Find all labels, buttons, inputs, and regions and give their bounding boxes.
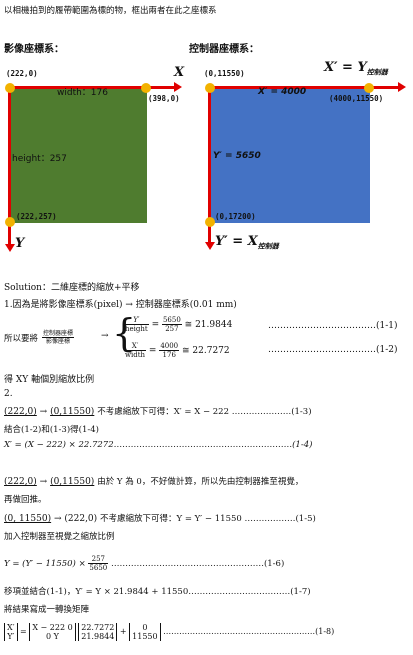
controller-y-axis-label: Y′ = X控制器 bbox=[215, 234, 279, 251]
para2-cont: 再做回推。 bbox=[4, 495, 47, 505]
eq1-tag: ………………………………(1-1) bbox=[268, 321, 398, 331]
controller-top-right-dot bbox=[364, 83, 374, 93]
step2-label: 2. bbox=[4, 389, 13, 399]
controller-origin-label: (0,11550) bbox=[204, 69, 245, 78]
controller-bottom-left-dot bbox=[205, 217, 215, 227]
height-label: height：257 bbox=[12, 154, 67, 164]
combine-1: 結合(1-2)和(1-3)得(1-4) bbox=[4, 425, 99, 435]
eq1: Y′ height = 5650 257 ≅ 21.9844 bbox=[124, 316, 233, 333]
want-prefix: 所以要將 bbox=[4, 334, 39, 344]
add-scale-line: 加入控制器至視覺之縮放比例 bbox=[4, 532, 115, 542]
para2-line: (222,0) → (0,11550) 由於 Y 為 0，不好做計算，所以先由控… bbox=[4, 477, 304, 487]
bottom-left-label: (222,257) bbox=[16, 212, 57, 221]
top-right-label: (398,0) bbox=[148, 94, 180, 103]
controller-x-axis-arrow-icon bbox=[398, 82, 406, 92]
eq-1-4: X′ = (X − 222) × 22.7272…………………………………………… bbox=[4, 440, 313, 450]
eq2-tag: ………………………………(1-2) bbox=[268, 345, 398, 355]
solution-line: Solution：二維座標的縮放+平移 bbox=[4, 283, 140, 293]
y-axis-arrow-icon bbox=[5, 244, 15, 252]
eq2: X′ width = 4000 176 ≅ 22.7272 bbox=[124, 342, 230, 359]
controller-top-right-label: (4000,11550) bbox=[329, 94, 384, 103]
eq-1-6: Y = (Y′ − 11550) × 257 5650 …………………………………… bbox=[4, 555, 285, 572]
x-axis-label: X bbox=[174, 65, 185, 80]
want-fraction: 控制器座標 影像座標 bbox=[42, 330, 75, 345]
bottom-left-dot bbox=[5, 217, 15, 227]
origin-label: (222,0) bbox=[6, 69, 38, 78]
image-coord-title: 影像座標系： bbox=[4, 44, 64, 55]
y-axis-label: Y bbox=[15, 236, 25, 251]
scale-text: 得 XY 軸個別縮放比例 bbox=[4, 375, 95, 385]
origin-dot bbox=[5, 83, 15, 93]
controller-origin-dot bbox=[205, 83, 215, 93]
x-axis-arrow-icon bbox=[174, 82, 182, 92]
controller-coord-title: 控制器座標系： bbox=[189, 44, 259, 55]
width-label: width：176 bbox=[57, 88, 108, 98]
controller-bottom-left-label: (0,17200) bbox=[215, 212, 256, 221]
controller-width-label: X′ = 4000 bbox=[258, 87, 307, 97]
combine-2: 移項並結合(1-1)，Y′ = Y × 21.9844 + 11550……………… bbox=[4, 587, 311, 597]
controller-x-axis-label: X′ = Y控制器 bbox=[324, 60, 388, 77]
controller-height-label: Y′ = 5650 bbox=[213, 151, 261, 161]
arrow-symbol: → bbox=[101, 331, 109, 341]
top-caption: 以相機拍到的履帶範圍為標的物，框出兩者在此之座標系 bbox=[4, 6, 217, 16]
controller-y-axis-arrow-icon bbox=[205, 242, 215, 250]
matrix-title: 將結果寫成一轉換矩陣 bbox=[4, 605, 90, 615]
eq-1-3-line: (222,0) → (0,11550) 不考慮縮放下可得：X′ = X − 22… bbox=[4, 407, 312, 417]
step1-line: 1.因為是將影像座標系(pixel) → 控制器座標系(0.01 mm) bbox=[4, 300, 237, 310]
matrix-equation: X′ Y′ = X − 222 00 Y 22.7272 21.9844 + 0 11… bbox=[4, 623, 334, 641]
top-right-dot bbox=[141, 83, 151, 93]
eq-1-5-line: (0, 11550) → (222,0) 不考慮縮放下可得：Y = Y′ − 1… bbox=[4, 514, 316, 524]
